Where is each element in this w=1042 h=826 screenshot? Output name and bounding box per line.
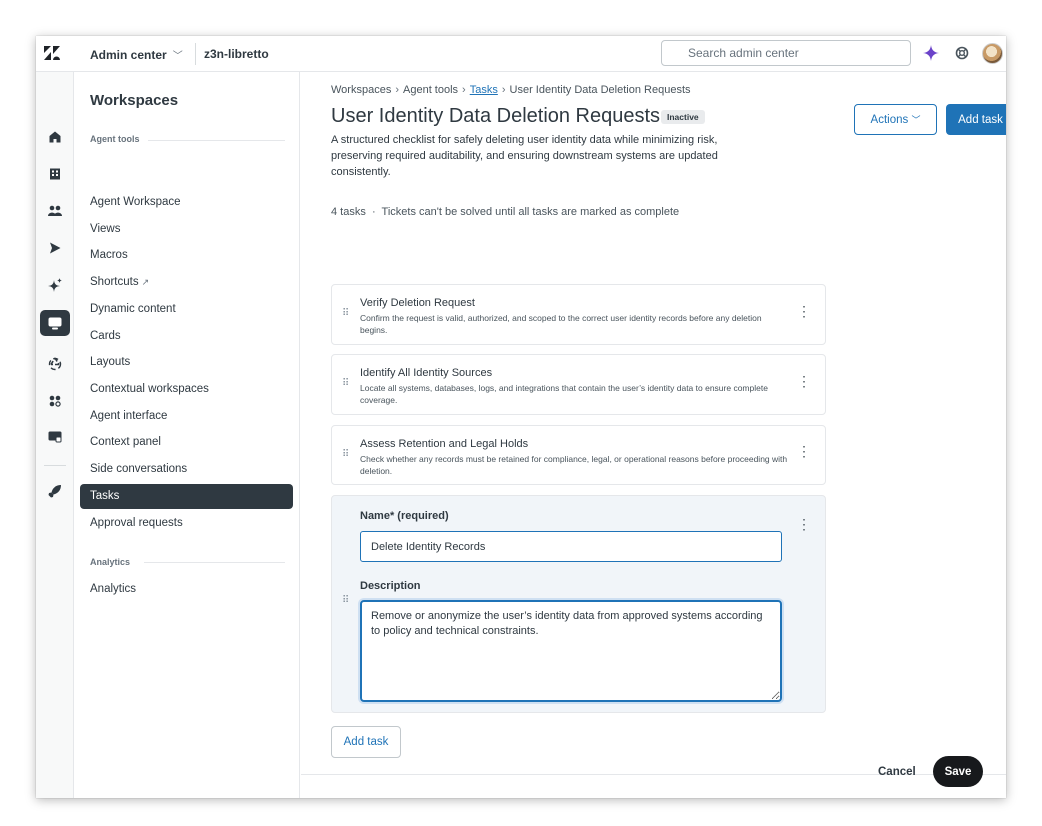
recycle-icon[interactable] bbox=[46, 355, 64, 373]
task-description: Locate all systems, databases, logs, and… bbox=[360, 383, 768, 405]
sidebar-item-approval-requests[interactable]: Approval requests bbox=[80, 511, 293, 536]
actions-button[interactable]: Actions ﹀ bbox=[854, 104, 937, 135]
chevron-down-icon: ﹀ bbox=[172, 51, 183, 62]
sidebar-item-label: Shortcuts bbox=[90, 276, 139, 288]
task-card[interactable]: ⠿ Identify All Identity Sources Locate a… bbox=[331, 354, 826, 415]
breadcrumb-item[interactable]: Workspaces bbox=[331, 84, 391, 96]
sidebar-item-tasks[interactable]: Tasks bbox=[80, 484, 293, 509]
task-name-input[interactable] bbox=[360, 531, 782, 562]
help-icon[interactable] bbox=[955, 46, 969, 60]
avatar[interactable] bbox=[982, 43, 1003, 64]
task-card[interactable]: ⠿ Verify Deletion Request Confirm the re… bbox=[331, 284, 826, 345]
sidebar-item-context-panel[interactable]: Context panel bbox=[80, 430, 293, 455]
task-edit-card: Name* (required) Description ⠿ Remove or… bbox=[331, 495, 826, 713]
task-title: Assess Retention and Legal Holds bbox=[360, 438, 529, 450]
sidebar: Workspaces Agent tools Agent Workspace V… bbox=[74, 72, 300, 798]
rail-divider bbox=[44, 465, 66, 466]
more-options-icon[interactable]: ⋮ bbox=[797, 373, 811, 389]
sidebar-item-views[interactable]: Views bbox=[80, 217, 293, 242]
task-card[interactable]: ⠿ Assess Retention and Legal Holds Check… bbox=[331, 425, 826, 485]
sidebar-item-side-conversations[interactable]: Side conversations bbox=[80, 457, 293, 482]
sidebar-item-macros[interactable]: Macros bbox=[80, 243, 293, 268]
main-content: Workspaces › Agent tools › Tasks › User Identi… bbox=[301, 72, 1006, 798]
icon-rail bbox=[36, 72, 74, 798]
chevron-down-icon: ﹀ bbox=[911, 115, 921, 125]
top-bar: Admin center ﹀ z3n-libretto bbox=[36, 36, 1006, 72]
sidebar-item-dynamic-content[interactable]: Dynamic content bbox=[80, 297, 293, 322]
add-task-button[interactable]: Add task bbox=[946, 104, 1006, 135]
breadcrumb-item[interactable]: Agent tools bbox=[403, 84, 458, 96]
task-count-info: 4 tasks · Tickets can't be solved until … bbox=[331, 206, 680, 218]
task-title: Identify All Identity Sources bbox=[360, 367, 493, 379]
task-description-textarea[interactable]: Remove or anonymize the user’s identity … bbox=[360, 600, 782, 702]
sidebar-title: Workspaces bbox=[90, 92, 179, 109]
sidebar-item-agent-workspace[interactable]: Agent Workspace bbox=[80, 190, 293, 215]
name-field-label: Name* (required) bbox=[360, 510, 449, 522]
breadcrumb: Workspaces › Agent tools › Tasks › User Identi… bbox=[331, 84, 691, 96]
search-input[interactable] bbox=[661, 40, 911, 66]
drag-handle-icon[interactable]: ⠿ bbox=[342, 596, 350, 606]
app-title: Admin center bbox=[90, 48, 167, 62]
sidebar-item-cards[interactable]: Cards bbox=[80, 324, 293, 349]
drag-handle-icon[interactable]: ⠿ bbox=[342, 309, 350, 319]
page-title: User Identity Data Deletion Requests bbox=[331, 105, 661, 127]
workspaces-icon[interactable] bbox=[40, 310, 70, 336]
cancel-button[interactable]: Cancel bbox=[878, 766, 916, 778]
sparkle-icon[interactable] bbox=[46, 276, 64, 294]
sidebar-item-analytics[interactable]: Analytics bbox=[80, 577, 293, 602]
people-icon[interactable] bbox=[46, 202, 64, 220]
integrations-icon[interactable] bbox=[46, 428, 64, 446]
save-button[interactable]: Save bbox=[933, 756, 983, 787]
sidebar-item-layouts[interactable]: Layouts bbox=[80, 350, 293, 375]
task-description: Check whether any records must be retain… bbox=[360, 454, 788, 476]
drag-handle-icon[interactable]: ⠿ bbox=[342, 450, 350, 460]
breadcrumb-current: User Identity Data Deletion Requests bbox=[509, 84, 691, 96]
sidebar-item-shortcuts[interactable]: Shortcuts ↗ bbox=[80, 270, 293, 295]
section-heading-analytics: Analytics bbox=[90, 557, 131, 567]
section-heading-agent-tools: Agent tools bbox=[90, 134, 140, 144]
status-badge: Inactive bbox=[661, 110, 705, 124]
task-title: Verify Deletion Request bbox=[360, 297, 475, 309]
sparkle-icon[interactable] bbox=[923, 45, 939, 61]
instance-name: z3n-libretto bbox=[204, 47, 269, 61]
home-icon[interactable] bbox=[46, 128, 64, 146]
sidebar-item-contextual-workspaces[interactable]: Contextual workspaces bbox=[80, 377, 293, 402]
actions-label: Actions bbox=[870, 114, 909, 126]
more-options-icon[interactable]: ⋮ bbox=[797, 303, 811, 319]
sidebar-item-agent-interface[interactable]: Agent interface bbox=[80, 404, 293, 429]
send-icon[interactable] bbox=[46, 239, 64, 257]
more-options-icon[interactable]: ⋮ bbox=[797, 516, 811, 532]
more-options-icon[interactable]: ⋮ bbox=[797, 443, 811, 459]
breadcrumb-separator: › bbox=[501, 84, 506, 96]
task-description: Confirm the request is valid, authorized… bbox=[360, 313, 762, 335]
breadcrumb-separator: › bbox=[462, 84, 466, 96]
admin-center-window: Admin center ﹀ z3n-libretto Search admin… bbox=[36, 36, 1006, 798]
description-field-label: Description bbox=[360, 580, 421, 592]
drag-handle-icon[interactable]: ⠿ bbox=[342, 379, 350, 389]
section-divider bbox=[144, 562, 285, 563]
breadcrumb-separator: › bbox=[395, 84, 399, 96]
app-switcher[interactable]: Admin center ﹀ bbox=[90, 47, 183, 62]
building-icon[interactable] bbox=[46, 165, 64, 183]
page-description: A structured checklist for safely deleti… bbox=[331, 134, 718, 178]
external-link-icon: ↗ bbox=[141, 277, 150, 287]
breadcrumb-link-tasks[interactable]: Tasks bbox=[470, 84, 498, 96]
zendesk-logo-icon[interactable] bbox=[44, 46, 60, 60]
apps-icon[interactable] bbox=[46, 392, 64, 410]
rocket-icon[interactable] bbox=[46, 482, 64, 500]
divider bbox=[195, 43, 196, 65]
add-task-secondary-button[interactable]: Add task bbox=[331, 726, 401, 758]
section-divider bbox=[148, 140, 285, 141]
